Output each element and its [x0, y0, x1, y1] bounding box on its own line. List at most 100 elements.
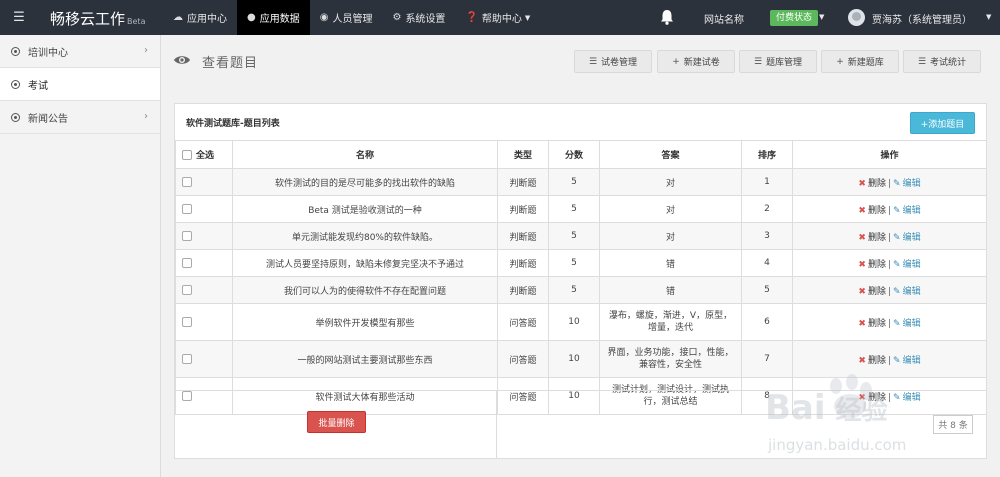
cloud-icon: ☁	[173, 12, 183, 23]
answer-text: 对	[665, 205, 675, 216]
bell-icon[interactable]	[658, 8, 676, 26]
question-list-panel: 软件测试题库-题目列表 +添加题目 全选 名称 类型 分数 答案 排序 操作 软…	[174, 103, 987, 459]
answer-text: 界面，业务功能，接口，性能， 兼容性，安全性	[607, 347, 733, 371]
pay-status-badge[interactable]: 付费状态	[770, 10, 819, 26]
delete-link[interactable]: ✖ 删除	[858, 179, 886, 189]
sidebar-item-training[interactable]: 培训中心 ›	[0, 35, 160, 68]
row-checkbox[interactable]	[182, 353, 192, 364]
delete-label: 删除	[867, 355, 886, 366]
column-header-order: 排序	[741, 140, 793, 169]
nav-staff-management[interactable]: ◉ 人员管理	[310, 0, 383, 35]
exam-paper-management-button[interactable]: ☰ 试卷管理	[574, 50, 652, 73]
nav-label: 帮助中心	[481, 14, 522, 25]
row-checkbox[interactable]	[182, 176, 192, 187]
action-separator: |	[887, 355, 892, 366]
delete-link[interactable]: ✖ 删除	[858, 287, 886, 297]
sidebar-item-news[interactable]: 新闻公告 ›	[0, 101, 160, 134]
question-bank-management-button[interactable]: ☰ 题库管理	[739, 50, 817, 73]
question-type: 判断题	[497, 168, 549, 196]
question-answer-cell: 对	[599, 195, 742, 223]
answer-text: 对	[665, 232, 675, 243]
button-label: 考试统计	[930, 58, 967, 68]
button-label: 题库管理	[766, 58, 803, 68]
edit-link[interactable]: ✎ 编辑	[893, 356, 921, 366]
edit-link[interactable]: ✎ 编辑	[893, 287, 921, 297]
gears-icon: ⚙	[392, 12, 402, 23]
add-question-button[interactable]: +添加题目	[910, 112, 975, 134]
edit-link[interactable]: ✎ 编辑	[893, 179, 921, 189]
sidebar-item-exam[interactable]: 考试	[0, 68, 160, 101]
nav-system-settings[interactable]: ⚙ 系统设置	[382, 0, 455, 35]
new-exam-paper-button[interactable]: + 新建试卷	[657, 50, 735, 73]
nav-app-center[interactable]: ☁ 应用中心	[163, 0, 237, 35]
table-row: 我们可以人为的使得软件不存在配置问题 判断题 5 错 5 ✖ 删除 | ✎ 编辑	[175, 276, 987, 304]
question-answer-cell: 瀑布，螺旋，渐进，V，原型， 增量，迭代	[599, 303, 742, 341]
user-name[interactable]: 贾海苏（系统管理员）	[872, 11, 972, 26]
row-checkbox[interactable]	[182, 230, 192, 241]
users-icon: ●	[247, 12, 256, 23]
row-checkbox[interactable]	[182, 257, 192, 268]
question-answer-cell: 界面，业务功能，接口，性能， 兼容性，安全性	[599, 340, 742, 378]
question-name: 一般的网站测试主要测试那些东西	[232, 340, 498, 378]
edit-icon: ✎	[893, 286, 901, 297]
close-icon: ✖	[858, 178, 866, 189]
nav-app-data[interactable]: ● 应用数据	[237, 0, 310, 35]
question-score: 5	[548, 168, 600, 196]
close-icon: ✖	[858, 355, 866, 366]
column-header-answer: 答案	[599, 140, 742, 169]
delete-label: 删除	[867, 259, 886, 270]
question-score: 5	[548, 195, 600, 223]
question-name: 我们可以人为的使得软件不存在配置问题	[232, 276, 498, 304]
answer-line: 兼容性，安全性	[638, 360, 702, 370]
edit-link[interactable]: ✎ 编辑	[893, 260, 921, 270]
action-cell: ✖ 删除 | ✎ 编辑	[792, 340, 987, 378]
question-answer-cell: 对	[599, 222, 742, 250]
delete-link[interactable]: ✖ 删除	[858, 260, 886, 270]
row-select-cell	[175, 276, 233, 304]
delete-link[interactable]: ✖ 删除	[858, 233, 886, 243]
question-name: 举例软件开发模型有那些	[232, 303, 498, 341]
edit-link[interactable]: ✎ 编辑	[893, 206, 921, 216]
brand-logo[interactable]: 畅移云工作 Beta	[50, 8, 145, 29]
edit-link[interactable]: ✎ 编辑	[893, 233, 921, 243]
close-icon: ✖	[858, 286, 866, 297]
chevron-down-icon[interactable]: ▼	[819, 13, 824, 21]
row-checkbox[interactable]	[182, 203, 192, 214]
row-checkbox[interactable]	[182, 284, 192, 295]
batch-delete-button[interactable]: 批量删除	[307, 411, 366, 433]
avatar[interactable]	[848, 9, 865, 26]
chevron-down-icon: ▼	[524, 13, 531, 22]
total-count: 共 8 条	[933, 415, 973, 434]
answer-text: 对	[665, 178, 675, 189]
select-all-checkbox[interactable]	[182, 149, 192, 160]
list-icon: ☰	[917, 56, 927, 67]
table-row: 软件测试的目的是尽可能多的找出软件的缺陷 判断题 5 对 1 ✖ 删除 | ✎ 编辑	[175, 168, 987, 196]
new-question-bank-button[interactable]: + 新建题库	[821, 50, 899, 73]
menu-toggle-icon[interactable]: ☰	[10, 9, 28, 25]
plus-icon: +	[836, 56, 844, 67]
row-checkbox[interactable]	[182, 316, 192, 327]
circle-dot-icon	[11, 46, 20, 56]
column-header-action: 操作	[792, 140, 987, 169]
delete-link[interactable]: ✖ 删除	[858, 356, 886, 366]
exam-statistics-button[interactable]: ☰ 考试统计	[903, 50, 981, 73]
select-all-header: 全选	[175, 140, 233, 169]
delete-link[interactable]: ✖ 删除	[858, 206, 886, 216]
action-cell: ✖ 删除 | ✎ 编辑	[792, 168, 987, 196]
answer-text: 错	[665, 259, 675, 270]
button-label: 新建试卷	[683, 58, 720, 68]
question-order: 7	[741, 340, 793, 378]
delete-link[interactable]: ✖ 删除	[858, 319, 886, 329]
question-type: 判断题	[497, 222, 549, 250]
row-select-cell	[175, 249, 233, 277]
edit-link[interactable]: ✎ 编辑	[893, 319, 921, 329]
question-order: 1	[741, 168, 793, 196]
delete-label: 删除	[867, 318, 886, 329]
eye-icon	[174, 56, 190, 64]
chevron-down-icon[interactable]: ▼	[986, 13, 991, 21]
select-all-label: 全选	[196, 151, 215, 161]
action-separator: |	[887, 259, 892, 270]
site-name-link[interactable]: 网站名称	[704, 11, 744, 26]
nav-help-center[interactable]: ❓ 帮助中心 ▼	[455, 0, 540, 35]
brand-name: 畅移云工作	[50, 10, 126, 28]
